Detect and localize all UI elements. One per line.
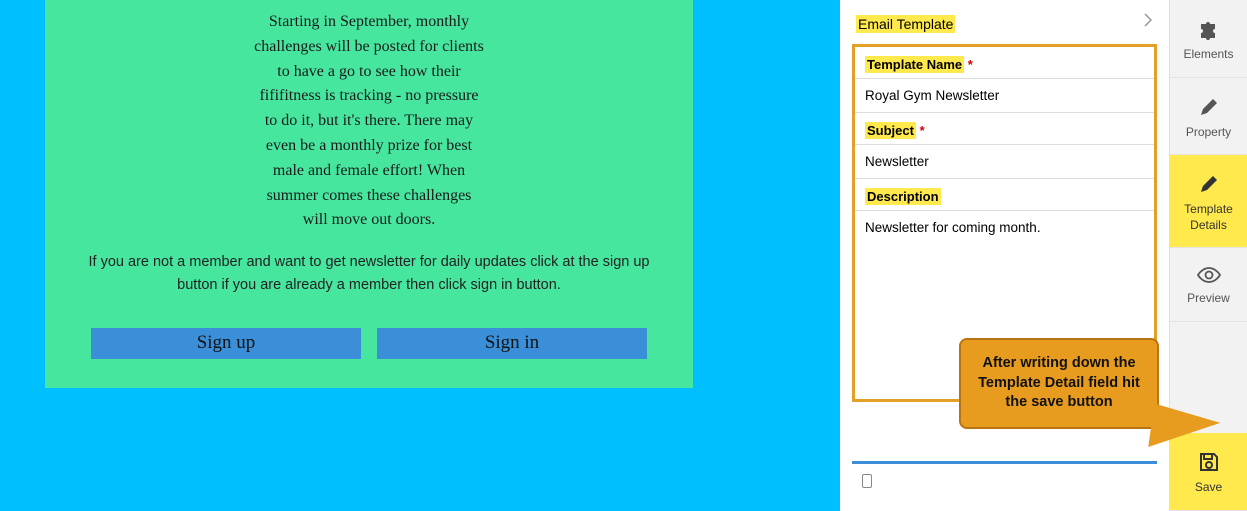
- newsletter-cta-text: If you are not a member and want to get …: [45, 233, 693, 297]
- bottom-device-strip: [852, 461, 1157, 493]
- eye-icon: [1196, 266, 1222, 284]
- pencil-icon: [1198, 173, 1220, 195]
- signup-button[interactable]: Sign up: [91, 328, 361, 359]
- button-row: Sign up Sign in: [45, 298, 693, 359]
- side-panel: Email Template Template Name * Subject *…: [840, 0, 1169, 511]
- chevron-right-icon[interactable]: [1143, 13, 1153, 34]
- newsletter-body: Starting in September, monthly challenge…: [45, 0, 693, 233]
- signin-button[interactable]: Sign in: [377, 328, 647, 359]
- mobile-device-icon[interactable]: [862, 474, 872, 488]
- description-label: Description: [855, 179, 1154, 210]
- newsletter-preview-card[interactable]: Starting in September, monthly challenge…: [45, 0, 693, 388]
- instruction-callout: After writing down the Template Detail f…: [959, 338, 1159, 429]
- pencil-icon: [1198, 96, 1220, 118]
- toolbar-preview[interactable]: Preview: [1170, 248, 1247, 322]
- template-name-input[interactable]: [855, 78, 1154, 113]
- panel-title: Email Template: [856, 15, 955, 33]
- panel-header: Email Template: [840, 0, 1169, 44]
- template-name-label: Template Name *: [855, 47, 1154, 78]
- subject-label: Subject *: [855, 113, 1154, 144]
- required-star: *: [920, 123, 925, 138]
- canvas-area: Starting in September, monthly challenge…: [0, 0, 840, 511]
- subject-input[interactable]: [855, 144, 1154, 179]
- puzzle-icon: [1197, 18, 1221, 40]
- newsletter-intro-text: Starting in September, monthly challenge…: [254, 10, 484, 233]
- toolbar-property[interactable]: Property: [1170, 78, 1247, 156]
- required-star: *: [968, 57, 973, 72]
- toolbar-template-details[interactable]: Template Details: [1170, 155, 1247, 248]
- toolbar-elements[interactable]: Elements: [1170, 0, 1247, 78]
